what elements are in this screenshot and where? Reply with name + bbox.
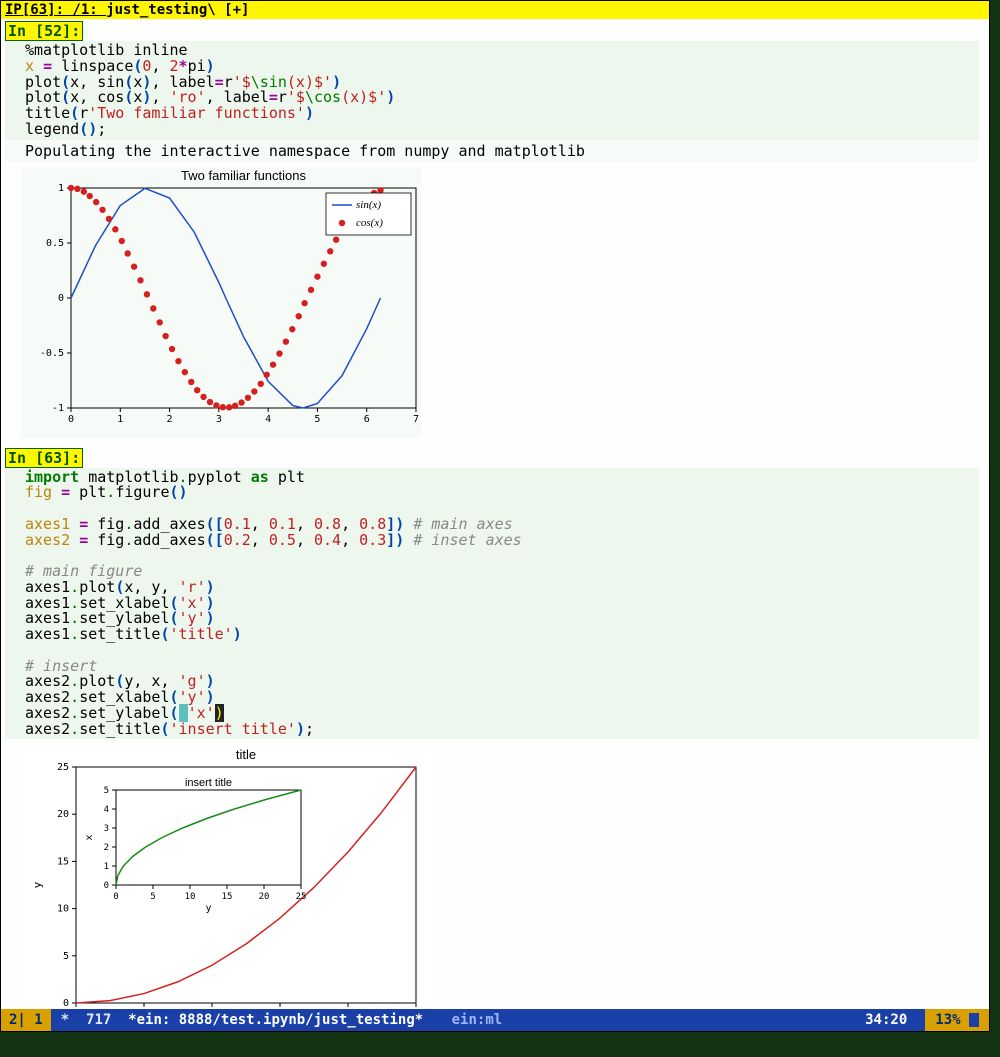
svg-text:sin(x): sin(x) — [356, 199, 381, 211]
cell2-code[interactable]: import matplotlib.pyplot as plt fig = pl… — [5, 468, 979, 740]
svg-text:3: 3 — [216, 414, 222, 425]
notebook-content[interactable]: In [52]: %matplotlib inline x = linspace… — [1, 19, 989, 1009]
title-ip: IP[63]: /1: — [5, 2, 106, 18]
svg-text:3: 3 — [104, 824, 109, 834]
status-star: * — [61, 1012, 69, 1028]
status-num: 717 — [86, 1012, 111, 1028]
title-name: just_testing\ — [106, 2, 216, 18]
svg-text:20: 20 — [57, 809, 69, 820]
chart2: title0123450510152025xy0510152025012345i… — [21, 745, 431, 1009]
svg-text:0: 0 — [113, 892, 118, 902]
chart2-wrap: title0123450510152025xy0510152025012345i… — [21, 745, 989, 1009]
svg-text:10: 10 — [185, 892, 196, 902]
svg-text:4: 4 — [104, 805, 109, 815]
svg-text:cos(x): cos(x) — [356, 217, 383, 229]
svg-text:2: 2 — [104, 843, 109, 853]
titlebar: IP[63]: /1: just_testing\ [+] — [1, 1, 989, 19]
status-left: 2| 1 — [1, 1009, 51, 1031]
svg-text:5: 5 — [63, 951, 69, 962]
cell1-output-text: Populating the interactive namespace fro… — [5, 140, 979, 162]
svg-text:insert title: insert title — [185, 777, 232, 789]
svg-text:y: y — [31, 882, 44, 889]
svg-text:5: 5 — [314, 414, 320, 425]
svg-text:5: 5 — [104, 786, 109, 796]
status-mid: * 717 *ein: 8888/test.ipynb/just_testing… — [51, 1012, 512, 1028]
svg-text:4: 4 — [265, 414, 271, 425]
svg-text:x: x — [84, 835, 95, 841]
svg-text:2: 2 — [167, 414, 173, 425]
svg-text:15: 15 — [222, 892, 233, 902]
svg-text:25: 25 — [296, 892, 307, 902]
status-pos: 34:20 — [847, 1012, 925, 1028]
svg-text:0: 0 — [104, 881, 109, 891]
svg-text:25: 25 — [57, 762, 69, 773]
status-mode: ein:ml — [452, 1012, 503, 1028]
svg-text:-0.5: -0.5 — [40, 348, 64, 359]
svg-text:0: 0 — [58, 293, 64, 304]
status-right: 13% — [925, 1009, 989, 1031]
cell1-label: In [52]: — [5, 21, 83, 41]
title-suffix: [+] — [216, 2, 250, 18]
svg-text:20: 20 — [259, 892, 270, 902]
svg-text:0.5: 0.5 — [46, 238, 64, 249]
svg-text:7: 7 — [413, 414, 419, 425]
editor-window: IP[63]: /1: just_testing\ [+] In [52]: %… — [0, 0, 990, 1032]
svg-text:title: title — [236, 747, 256, 762]
svg-text:15: 15 — [57, 857, 69, 868]
cell1-code[interactable]: %matplotlib inline x = linspace(0, 2*pi)… — [5, 41, 979, 140]
svg-text:Two familiar functions: Two familiar functions — [181, 168, 306, 183]
chart1: Two familiar functions 0 1 2 3 4 5 6 7 -1 -0.5 0 0.5… — [21, 168, 421, 438]
svg-text:y: y — [205, 903, 211, 914]
svg-text:1: 1 — [104, 862, 109, 872]
cell2-label: In [63]: — [5, 448, 83, 468]
svg-text:0: 0 — [68, 414, 74, 425]
status-left-text: 2| 1 — [9, 1012, 43, 1028]
svg-text:5: 5 — [150, 892, 155, 902]
svg-text:-1: -1 — [52, 403, 64, 414]
statusbar: 2| 1 * 717 *ein: 8888/test.ipynb/just_te… — [1, 1009, 989, 1031]
svg-text:6: 6 — [364, 414, 370, 425]
svg-text:1: 1 — [58, 183, 64, 194]
chart1-wrap: Two familiar functions 0 1 2 3 4 5 6 7 -1 -0.5 0 0.5… — [21, 168, 989, 438]
status-file: *ein: 8888/test.ipynb/just_testing* — [128, 1012, 423, 1028]
svg-text:10: 10 — [57, 904, 69, 915]
svg-text:0: 0 — [63, 998, 69, 1009]
scroll-indicator-icon — [969, 1013, 979, 1027]
svg-text:1: 1 — [117, 414, 123, 425]
status-pct: 13% — [935, 1012, 960, 1028]
